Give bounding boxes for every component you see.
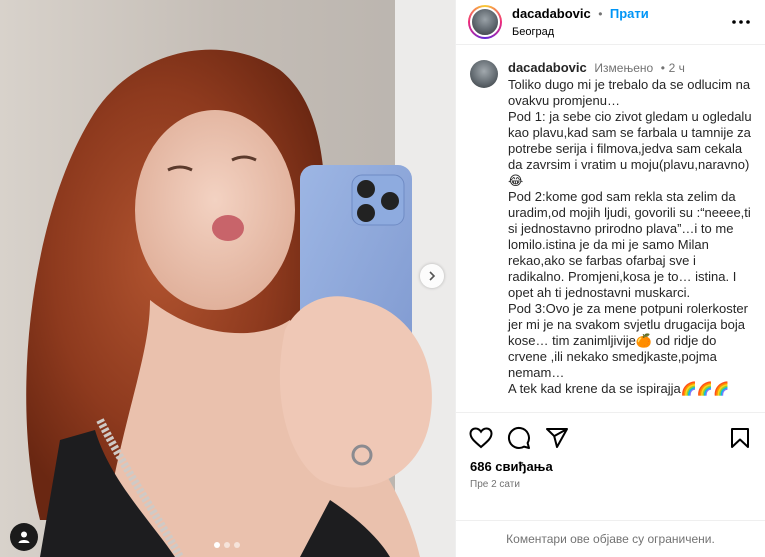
carousel-indicator (214, 542, 240, 548)
bookmark-icon (731, 428, 749, 448)
comment-icon (507, 426, 530, 449)
comments-limited-notice: Коментари ове објаве су ограничени. (456, 520, 765, 557)
author-avatar[interactable] (468, 5, 502, 39)
separator-dot: • (660, 61, 665, 75)
follow-button[interactable]: Прати (610, 6, 649, 22)
heart-icon (469, 427, 493, 449)
carousel-dot (224, 542, 230, 548)
post-media[interactable] (0, 0, 455, 557)
posted-time[interactable]: Пре 2 сати (456, 479, 765, 490)
action-bar (456, 413, 765, 463)
author-username[interactable]: dacadabovic (512, 6, 591, 22)
like-button[interactable] (468, 425, 494, 451)
comment-button[interactable] (506, 425, 532, 451)
more-icon (732, 20, 750, 24)
post-location[interactable]: Београд (512, 26, 729, 39)
caption-section: dacadabovic Измењено • 2 ч Toliko dugo m… (456, 60, 765, 412)
share-icon (546, 428, 568, 448)
user-icon (18, 531, 30, 543)
caption-text: Toliko dugo mi je trebalo da se odlucim … (508, 77, 752, 396)
separator-dot: • (598, 7, 603, 22)
chevron-right-icon (429, 271, 436, 281)
tagged-users-button[interactable] (10, 523, 38, 551)
share-button[interactable] (544, 425, 570, 451)
edited-label: Измењено (594, 61, 654, 75)
caption-avatar[interactable] (470, 60, 498, 88)
carousel-dot (214, 542, 220, 548)
post-photo (0, 0, 455, 557)
actions-section: 686 свиђања Пре 2 сати (456, 412, 765, 490)
save-button[interactable] (727, 425, 753, 451)
likes-count[interactable]: 686 свиђања (456, 459, 765, 474)
carousel-dot (234, 542, 240, 548)
caption-username[interactable]: dacadabovic (508, 60, 587, 75)
caption-time[interactable]: 2 ч (669, 61, 685, 75)
post-header: dacadabovic • Прати Београд (456, 0, 765, 45)
post-side-panel: dacadabovic • Прати Београд dacadabovic … (455, 0, 765, 557)
carousel-next-button[interactable] (420, 264, 444, 288)
more-options-button[interactable] (729, 10, 753, 34)
